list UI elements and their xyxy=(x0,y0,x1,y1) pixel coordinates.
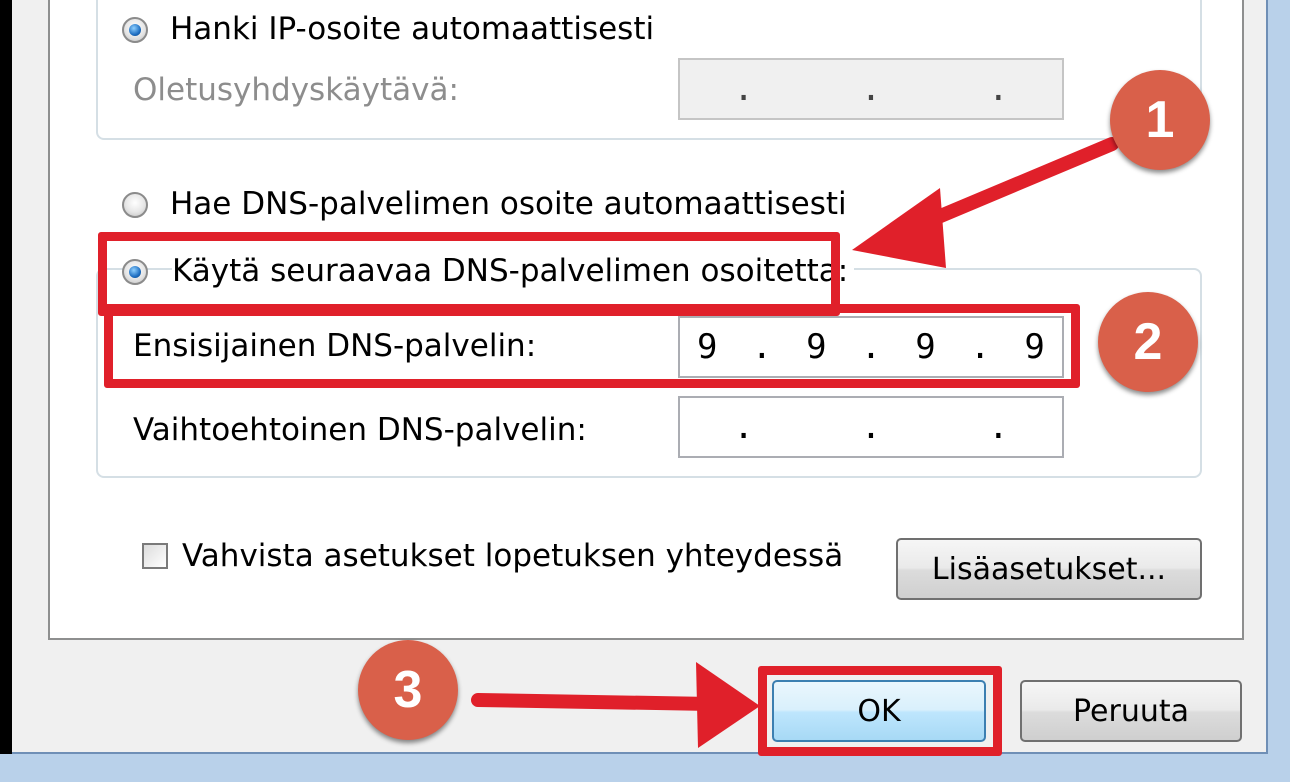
annotation-arrows xyxy=(471,137,1119,748)
step-3-number: 3 xyxy=(393,661,423,719)
arrow-3-shaft xyxy=(471,693,719,711)
step-1-number: 1 xyxy=(1145,91,1175,149)
step-2-number: 2 xyxy=(1133,313,1163,371)
arrow-1-head xyxy=(852,188,946,268)
step-2-marker: 2 xyxy=(1098,292,1198,392)
arrow-3-head xyxy=(696,662,760,748)
step-1-marker: 1 xyxy=(1110,70,1210,170)
step-3-marker: 3 xyxy=(358,640,458,740)
